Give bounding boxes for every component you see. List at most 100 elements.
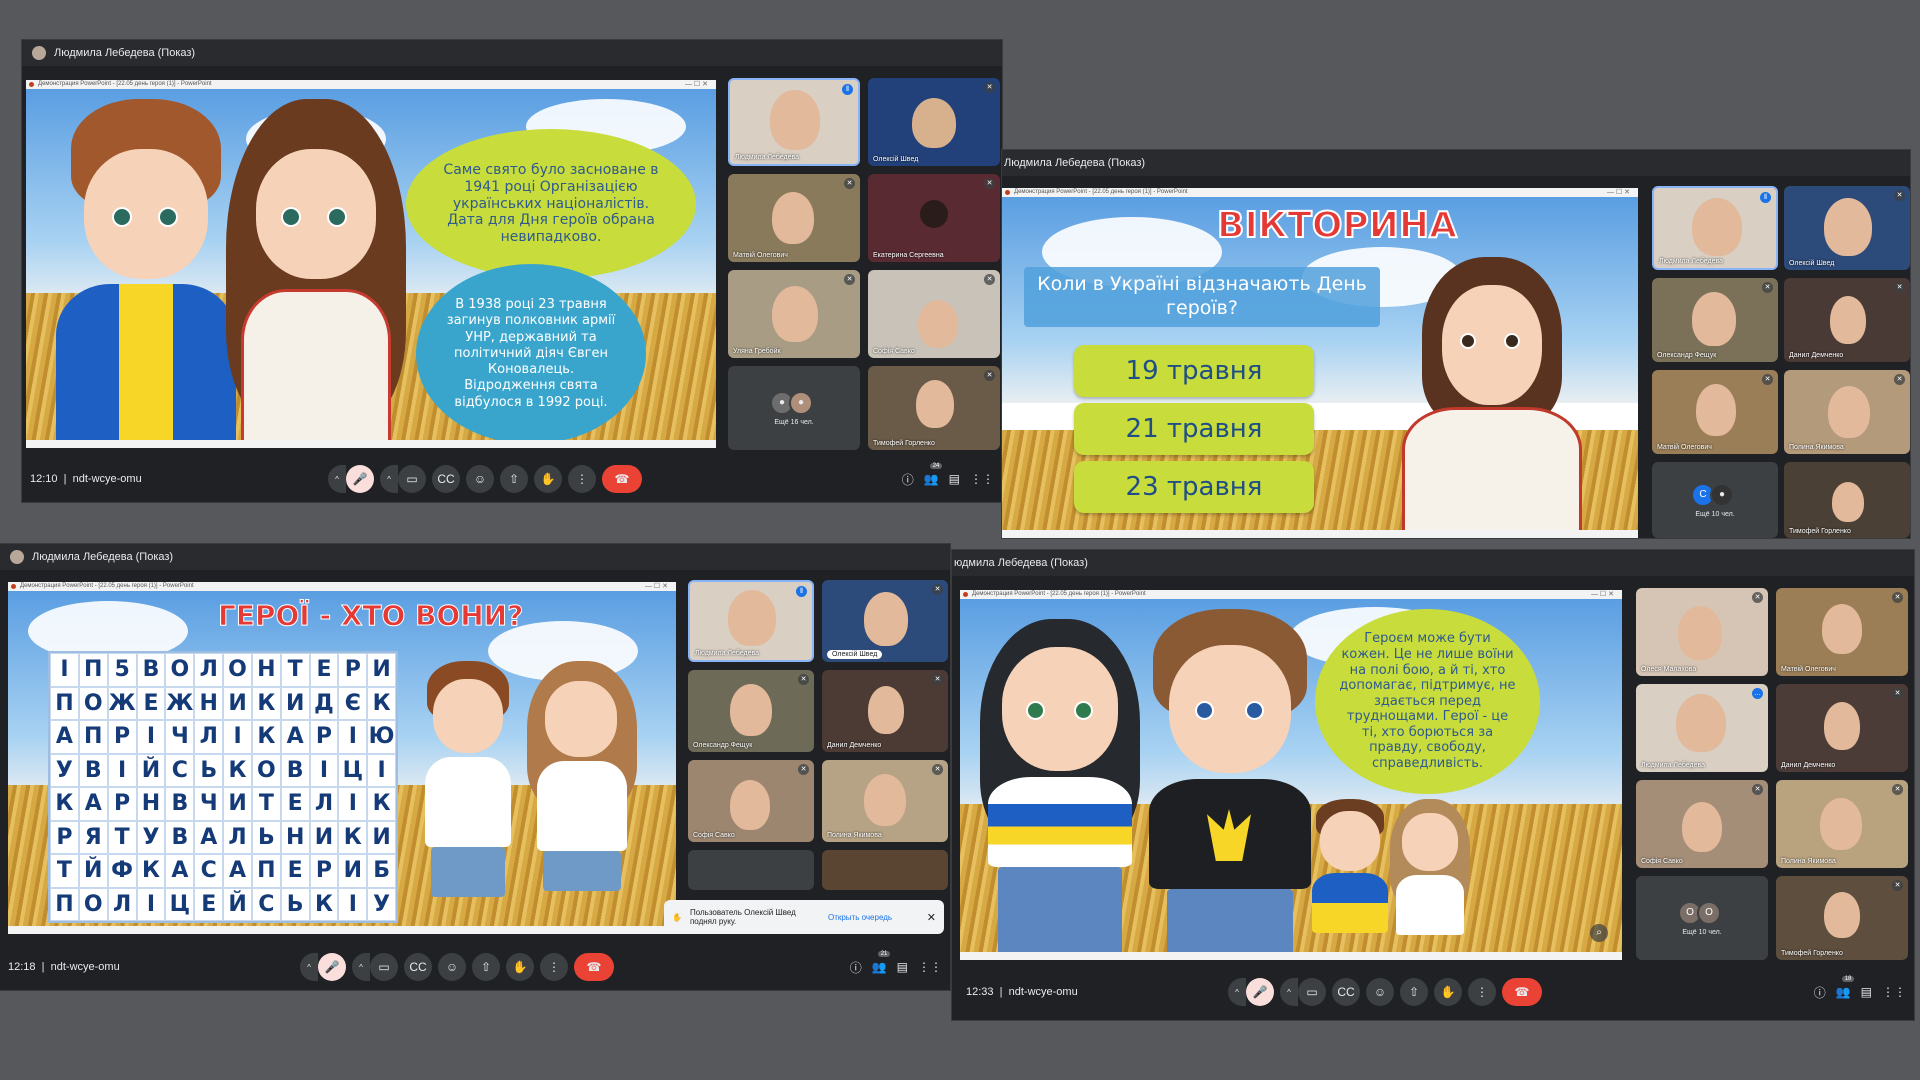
mic-off-icon[interactable]: 🎤	[1246, 978, 1274, 1006]
more-options-icon[interactable]: ⋮	[1468, 978, 1496, 1006]
word-search-grid: ІП5ВОЛОНТЕРИПОЖЕЖНИКИДЄКАПРІЧЛІКАРІЮУВІЙ…	[48, 651, 398, 923]
quiz-option-3[interactable]: 23 травня	[1074, 461, 1314, 513]
participant-tile[interactable]: ✕ Полина Якимова	[1776, 780, 1908, 868]
captions-icon[interactable]: CC	[404, 953, 432, 981]
participant-tile[interactable]: ✕ Матвій Олегович	[1652, 370, 1778, 454]
chat-icon[interactable]: ▤	[949, 472, 960, 486]
participant-tile[interactable]: ✕ Полина Якимова	[822, 760, 948, 842]
participant-name: Тимофей Горленко	[1789, 528, 1851, 535]
info-icon[interactable]: ⓘ	[902, 471, 914, 488]
participant-tile[interactable]: ✕ Данил Демченко	[1784, 278, 1910, 362]
participant-tile[interactable]: ✕ Софія Савко	[1636, 780, 1768, 868]
present-icon[interactable]: ⇧	[472, 953, 500, 981]
grid-cell: Й	[136, 753, 166, 787]
more-options-icon[interactable]: ⋮	[540, 953, 568, 981]
participant-name: Тимофей Горленко	[873, 440, 935, 447]
participant-tile[interactable]: ✕ Матвій Олегович	[728, 174, 860, 262]
participant-tile[interactable]: ✕ Полина Якимова	[1784, 370, 1910, 454]
close-icon[interactable]: ✕	[927, 911, 936, 924]
participant-tile[interactable]: Тимофей Горленко	[1784, 462, 1910, 538]
participant-name: Данил Демченко	[827, 742, 882, 749]
emoji-icon[interactable]: ☺	[466, 465, 494, 493]
participant-tile[interactable]: ✕ Софія Савко	[688, 760, 814, 842]
participant-tile[interactable]: ✕ Данил Демченко	[1776, 684, 1908, 772]
chat-icon[interactable]: ▤	[1861, 985, 1872, 999]
presenter-title: Людмила Лебедева (Показ)	[32, 551, 174, 563]
chevron-up-icon[interactable]: ^	[300, 953, 318, 981]
raise-hand-icon[interactable]: ✋	[1434, 978, 1462, 1006]
participant-tile[interactable]: ✕ Матвій Олегович	[1776, 588, 1908, 676]
participant-tile[interactable]	[688, 850, 814, 890]
participant-tile[interactable]: ✕ Тимофей Горленко	[1776, 876, 1908, 960]
captions-icon[interactable]: CC	[1332, 978, 1360, 1006]
more-participants-tile[interactable]: OO Ещё 10 чел.	[1636, 876, 1768, 960]
participant-name: Людмила Лебедева	[1641, 762, 1706, 769]
people-icon[interactable]: 👥 18	[1836, 976, 1855, 999]
participant-tile[interactable]	[822, 850, 948, 890]
raise-hand-icon[interactable]: ✋	[534, 465, 562, 493]
presenter-title: Людмила Лебедева (Показ)	[1004, 157, 1146, 169]
camera-icon[interactable]: ▭	[1298, 978, 1326, 1006]
emoji-icon[interactable]: ☺	[438, 953, 466, 981]
participant-name: Софія Савко	[693, 832, 735, 839]
participant-tile[interactable]: ✕ Тимофей Горленко	[868, 366, 1000, 450]
info-icon[interactable]: ⓘ	[1814, 984, 1826, 1001]
present-icon[interactable]: ⇧	[1400, 978, 1428, 1006]
participant-tile[interactable]: ✕ Олексій Швед	[1784, 186, 1910, 270]
camera-icon[interactable]: ▭	[370, 953, 398, 981]
participant-tile[interactable]: ✕ Екатерина Сергеевна	[868, 174, 1000, 262]
activities-icon[interactable]: ⋮⋮	[918, 960, 942, 974]
toast-text: Пользователь Олексій Швед поднял руку.	[689, 908, 796, 926]
grid-cell: К	[223, 753, 252, 787]
mic-off-icon[interactable]: 🎤	[318, 953, 346, 981]
camera-icon[interactable]: ▭	[398, 465, 426, 493]
grid-cell: К	[251, 720, 281, 754]
emoji-icon[interactable]: ☺	[1366, 978, 1394, 1006]
participant-tile[interactable]: ✕ Олексій Швед	[822, 580, 948, 662]
participant-tile[interactable]: ✕ Софія Савко	[868, 270, 1000, 358]
quiz-option-2[interactable]: 21 травня	[1074, 403, 1314, 455]
participant-tile[interactable]: ✕ Уляна Гребойк	[728, 270, 860, 358]
chat-icon[interactable]: ▤	[897, 960, 908, 974]
grid-cell: Ч	[194, 787, 224, 821]
people-icon[interactable]: 👥 24	[924, 463, 943, 486]
more-options-icon[interactable]: ⋮	[568, 465, 596, 493]
people-icon[interactable]: 👥 21	[872, 951, 891, 974]
grid-cell: Е	[194, 887, 224, 921]
info-icon[interactable]: ⓘ	[850, 959, 862, 976]
open-queue-link[interactable]: Открыть очередь	[828, 913, 892, 922]
participant-tile[interactable]: ✕ Олександр Фещук	[1652, 278, 1778, 362]
mic-off-icon[interactable]: 🎤	[346, 465, 374, 493]
zoom-icon[interactable]: ⌕	[1590, 924, 1608, 942]
end-call-icon[interactable]: ☎	[574, 953, 614, 981]
bubble-text: Героєм може бути кожен. Це не лише воїни…	[1339, 631, 1516, 772]
raise-hand-icon[interactable]: ✋	[506, 953, 534, 981]
activities-icon[interactable]: ⋮⋮	[970, 472, 994, 486]
presenter-title: Людмила Лебедева (Показ)	[54, 47, 196, 59]
chevron-up-icon[interactable]: ^	[352, 953, 370, 981]
grid-cell: Р	[309, 720, 339, 754]
participant-tile[interactable]: ✕ Олексій Швед	[868, 78, 1000, 166]
participant-tile[interactable]: ⦀ Людмила Лебедева	[1652, 186, 1778, 270]
present-icon[interactable]: ⇧	[500, 465, 528, 493]
captions-icon[interactable]: CC	[432, 465, 460, 493]
participant-tile[interactable]: ✕ Данил Демченко	[822, 670, 948, 752]
more-participants-tile[interactable]: C ● Ещё 10 чел.	[1652, 462, 1778, 538]
shared-screen: Демонстрация PowerPoint - [22.05 день ге…	[1002, 188, 1638, 538]
more-participants-tile[interactable]: ● ● Ещё 16 чел.	[728, 366, 860, 450]
participant-tile[interactable]: ⦀ Людмила Лебедева	[728, 78, 860, 166]
participant-tile[interactable]: ⦀ Людмила Лебедева	[688, 580, 814, 662]
participant-tile[interactable]: ✕ Олеся Малахова	[1636, 588, 1768, 676]
participant-tile[interactable]: ✕ Олександр Фещук	[688, 670, 814, 752]
chevron-up-icon[interactable]: ^	[1280, 978, 1298, 1006]
chevron-up-icon[interactable]: ^	[1228, 978, 1246, 1006]
participant-name: Полина Якимова	[1781, 858, 1836, 865]
activities-icon[interactable]: ⋮⋮	[1882, 985, 1906, 999]
chevron-up-icon[interactable]: ^	[380, 465, 398, 493]
quiz-option-1[interactable]: 19 травня	[1074, 345, 1314, 397]
ppt-status-bar	[1002, 530, 1638, 538]
chevron-up-icon[interactable]: ^	[328, 465, 346, 493]
participant-tile[interactable]: … Людмила Лебедева	[1636, 684, 1768, 772]
end-call-icon[interactable]: ☎	[1502, 978, 1542, 1006]
end-call-icon[interactable]: ☎	[602, 465, 642, 493]
